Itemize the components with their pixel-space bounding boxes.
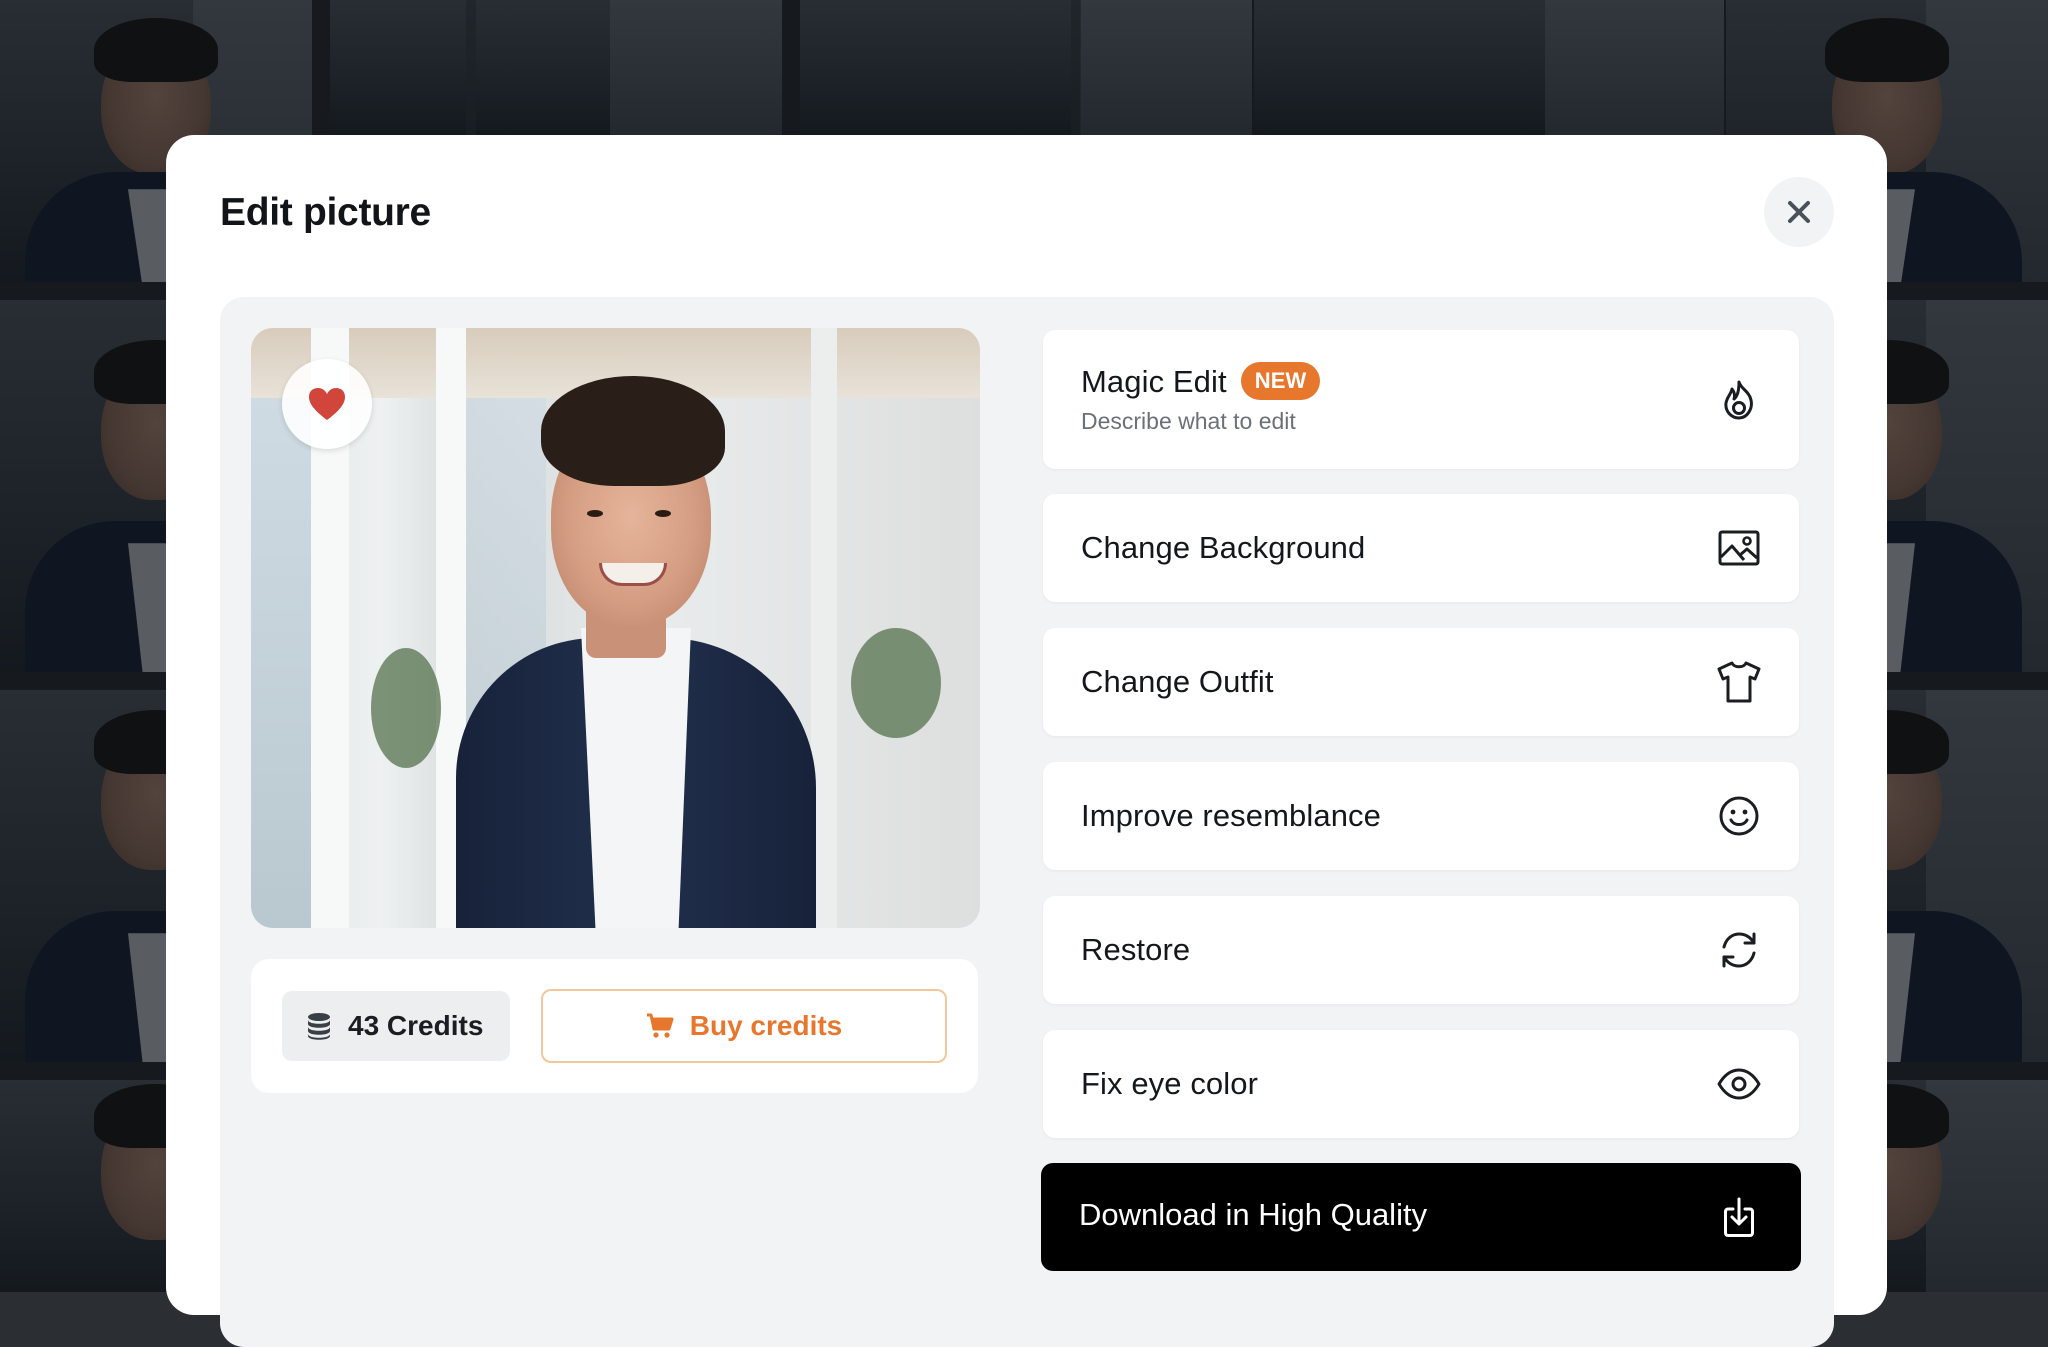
edit-panel: 43 Credits Buy credits Magic Edit NEW Des… xyxy=(220,297,1834,1347)
download-icon xyxy=(1724,1197,1754,1237)
flame-icon xyxy=(1715,376,1763,424)
close-button[interactable] xyxy=(1764,177,1834,247)
credits-card: 43 Credits Buy credits xyxy=(251,959,978,1093)
option-label: Change Background xyxy=(1081,530,1366,565)
buy-credits-label: Buy credits xyxy=(689,1010,843,1041)
new-badge: NEW xyxy=(1240,361,1321,400)
download-high-quality-button[interactable]: Download in High Quality xyxy=(1041,1163,1801,1271)
option-restore[interactable]: Restore xyxy=(1043,896,1799,1004)
smiley-icon xyxy=(1715,792,1763,840)
option-label: Change Outfit xyxy=(1081,664,1274,699)
tshirt-icon xyxy=(1715,658,1763,706)
modal-title: Edit picture xyxy=(220,191,431,234)
portrait-photo xyxy=(251,328,980,928)
coins-icon xyxy=(308,1013,330,1040)
cart-icon xyxy=(646,1013,674,1038)
option-change-background[interactable]: Change Background xyxy=(1043,494,1799,602)
option-label: Improve resemblance xyxy=(1081,798,1381,833)
option-label: Magic Edit xyxy=(1081,364,1227,399)
option-label: Fix eye color xyxy=(1081,1066,1259,1101)
favorite-button[interactable] xyxy=(282,359,372,449)
refresh-icon xyxy=(1715,926,1763,974)
option-change-outfit[interactable]: Change Outfit xyxy=(1043,628,1799,736)
eye-icon xyxy=(1715,1060,1763,1108)
option-magic-edit[interactable]: Magic Edit NEW Describe what to edit xyxy=(1043,330,1799,469)
option-label: Restore xyxy=(1081,932,1191,967)
download-label: Download in High Quality xyxy=(1079,1197,1428,1232)
credits-label: 43 Credits xyxy=(348,1010,484,1041)
credits-balance: 43 Credits xyxy=(282,991,510,1061)
buy-credits-button[interactable]: Buy credits xyxy=(541,989,947,1063)
heart-icon xyxy=(309,388,345,420)
image-icon xyxy=(1715,524,1763,572)
option-improve-resemblance[interactable]: Improve resemblance xyxy=(1043,762,1799,870)
close-icon xyxy=(1788,201,1810,223)
option-fix-eye-color[interactable]: Fix eye color xyxy=(1043,1030,1799,1138)
edit-picture-modal: Edit picture 43 Credits Buy credits Magi… xyxy=(166,135,1887,1347)
option-subtitle: Describe what to edit xyxy=(1081,408,1296,434)
